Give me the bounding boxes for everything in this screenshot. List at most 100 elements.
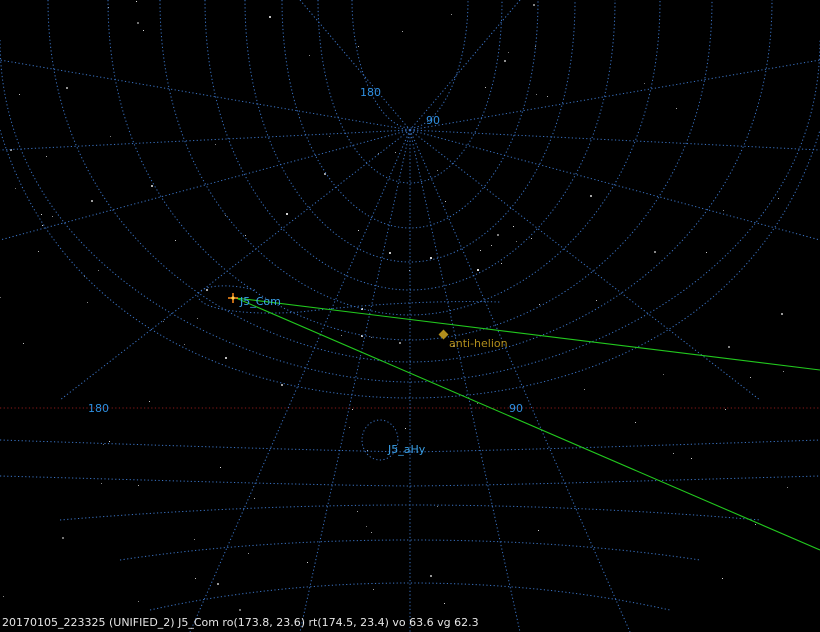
star <box>781 313 783 315</box>
star <box>175 240 176 241</box>
star <box>778 198 779 199</box>
star <box>787 487 788 488</box>
star <box>539 304 540 305</box>
star <box>138 485 139 486</box>
star <box>23 343 24 344</box>
star <box>38 251 39 252</box>
star <box>531 238 532 239</box>
star <box>245 235 246 236</box>
star <box>501 263 502 264</box>
radiant-label-j5-com[interactable]: J5_Com <box>239 295 281 308</box>
grid-label-90-upper: 90 <box>426 114 440 127</box>
star <box>110 136 111 137</box>
star <box>0 297 1 298</box>
star <box>143 30 144 31</box>
star <box>254 498 255 499</box>
star <box>281 384 283 386</box>
star <box>430 575 432 577</box>
star <box>535 46 536 47</box>
star <box>163 321 164 322</box>
star <box>286 213 288 215</box>
star <box>371 532 372 533</box>
star <box>480 250 481 251</box>
star <box>437 170 438 171</box>
star <box>3 596 4 597</box>
star <box>516 241 517 242</box>
star <box>15 188 16 189</box>
star <box>533 4 535 6</box>
star <box>644 83 645 84</box>
sky-view-canvas[interactable]: 180 90 180 90 J5_Com anti-helion J5_aHy <box>0 0 820 632</box>
star <box>676 108 677 109</box>
star <box>706 252 707 253</box>
star <box>389 252 391 254</box>
star <box>138 601 139 602</box>
star <box>357 511 358 512</box>
star <box>217 583 219 585</box>
radiant-label-j5-ahy[interactable]: J5_aHy <box>387 443 426 456</box>
star <box>783 371 784 372</box>
star <box>399 342 401 344</box>
star <box>477 403 478 404</box>
star <box>137 22 139 24</box>
star <box>373 589 374 590</box>
star <box>654 251 656 253</box>
star <box>723 210 724 211</box>
star <box>341 335 342 336</box>
star <box>98 270 99 271</box>
star <box>41 214 42 215</box>
star <box>663 374 664 375</box>
star <box>248 553 249 554</box>
star <box>635 422 636 423</box>
star <box>508 52 509 53</box>
star <box>673 453 674 454</box>
star <box>513 226 514 227</box>
star <box>184 344 185 345</box>
star <box>109 441 110 442</box>
star <box>215 144 216 145</box>
star <box>103 444 104 445</box>
star <box>402 31 403 32</box>
star <box>151 185 153 187</box>
star <box>371 337 372 338</box>
star <box>42 225 43 226</box>
star <box>444 603 445 604</box>
grid-label-180-upper: 180 <box>360 86 381 99</box>
star <box>485 87 486 88</box>
star <box>725 409 726 410</box>
star <box>755 524 756 525</box>
star <box>225 357 227 359</box>
star <box>239 609 241 611</box>
anti-helion-label[interactable]: anti-helion <box>449 337 508 350</box>
star <box>149 401 150 402</box>
star <box>269 16 271 18</box>
star <box>358 230 359 231</box>
star <box>451 14 452 15</box>
star <box>101 483 102 484</box>
star <box>722 578 723 579</box>
star <box>206 289 208 291</box>
star <box>538 530 539 531</box>
star <box>491 245 492 246</box>
star <box>352 409 353 410</box>
star <box>358 46 359 47</box>
star <box>691 458 692 459</box>
star <box>197 318 198 319</box>
star <box>430 257 432 259</box>
star <box>19 94 20 95</box>
star <box>195 578 196 579</box>
star <box>584 389 585 390</box>
star <box>220 467 221 468</box>
star <box>194 539 195 540</box>
star <box>349 427 350 428</box>
star <box>66 87 68 89</box>
star <box>395 152 396 153</box>
star <box>728 346 730 348</box>
star <box>136 1 137 2</box>
star <box>437 506 438 507</box>
star <box>445 201 446 202</box>
star <box>378 153 379 154</box>
star <box>62 537 64 539</box>
status-bar-text: 20170105_223325 (UNIFIED_2) J5_Com ro(17… <box>2 616 479 629</box>
star <box>536 94 537 95</box>
